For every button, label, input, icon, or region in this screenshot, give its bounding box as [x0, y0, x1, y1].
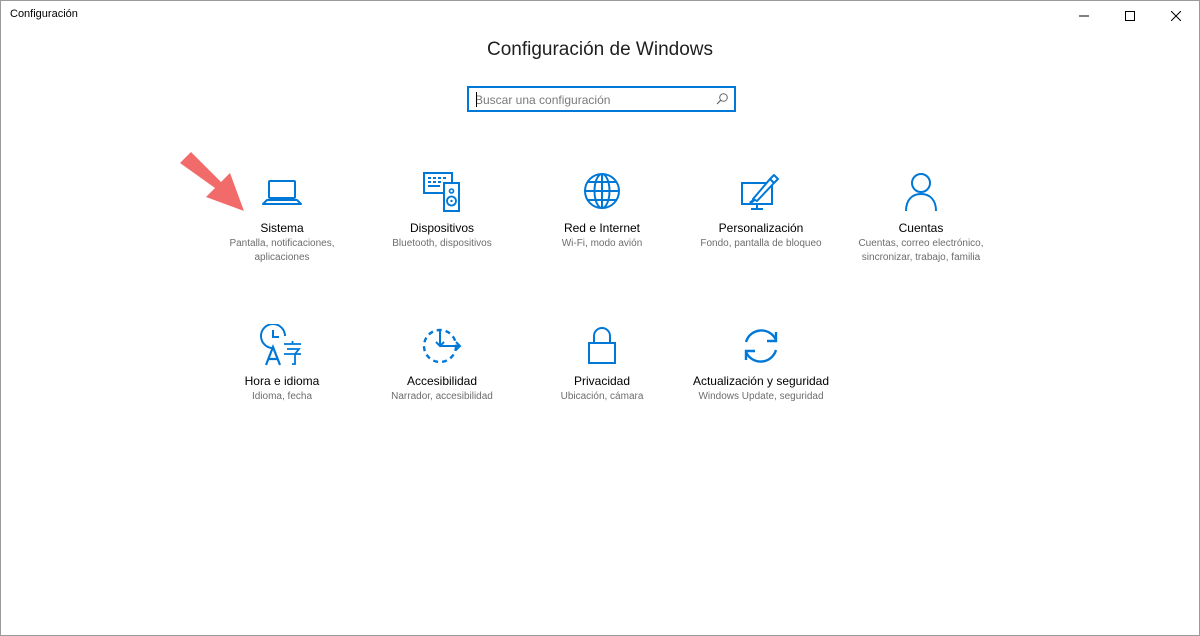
page-title: Configuración de Windows — [486, 39, 713, 60]
tile-description: Cuentas, correo electrónico, sincronizar… — [858, 238, 984, 263]
minimize-icon — [1079, 15, 1089, 17]
tile-description: Idioma, fecha — [251, 391, 313, 402]
close-button[interactable] — [1153, 1, 1199, 31]
tile-label: Personalización — [718, 221, 804, 235]
tile-personalizacion[interactable]: Personalización Fondo, pantalla de bloqu… — [686, 171, 836, 251]
search-icon[interactable] — [715, 92, 729, 106]
tile-description: Windows Update, seguridad — [698, 391, 824, 402]
tile-label: Red e Internet — [563, 221, 641, 235]
tile-accesibilidad[interactable]: Accesibilidad Narrador, accesibilidad — [367, 324, 517, 404]
tile-label: Accesibilidad — [406, 374, 478, 388]
laptop-icon — [262, 180, 302, 205]
tile-label: Dispositivos — [409, 221, 475, 235]
tile-description: Ubicación, cámara — [560, 391, 644, 402]
search-box[interactable] — [467, 86, 736, 112]
devices-icon — [423, 172, 460, 212]
update-icon — [744, 329, 778, 363]
tile-description: Pantalla, notificaciones, aplicaciones — [229, 238, 335, 263]
title-bar: Configuración — [1, 1, 1199, 31]
text-caret — [476, 92, 477, 107]
tile-actualizacion-y-seguridad[interactable]: Actualización y seguridad Windows Update… — [686, 324, 836, 404]
accessibility-icon — [422, 328, 462, 364]
tile-label: Cuentas — [898, 221, 944, 235]
tile-description: Fondo, pantalla de bloqueo — [700, 238, 822, 249]
maximize-button[interactable] — [1107, 1, 1153, 31]
minimize-button[interactable] — [1061, 1, 1107, 31]
maximize-icon — [1125, 11, 1135, 21]
tile-hora-e-idioma[interactable]: Hora e idioma Idioma, fecha — [207, 324, 357, 404]
tile-label: Actualización y seguridad — [692, 374, 830, 388]
settings-window: Configuración Configuración de Windows B… — [0, 0, 1200, 636]
annotation-arrow-icon — [180, 152, 244, 211]
tile-label: Hora e idioma — [244, 374, 320, 388]
lock-icon — [588, 327, 616, 364]
tile-description: Narrador, accesibilidad — [391, 391, 493, 402]
tile-description: Wi-Fi, modo avión — [561, 238, 643, 249]
window-title: Configuración — [10, 8, 78, 20]
tile-cuentas[interactable]: Cuentas Cuentas, correo electrónico, sin… — [846, 171, 996, 265]
tile-label: Sistema — [260, 221, 304, 235]
tile-description: Bluetooth, dispositivos — [392, 238, 492, 249]
time-language-icon — [260, 324, 301, 366]
close-icon — [1171, 11, 1181, 21]
tile-privacidad[interactable]: Privacidad Ubicación, cámara — [527, 324, 677, 404]
tile-red-e-internet[interactable]: Red e Internet Wi-Fi, modo avión — [527, 171, 677, 251]
search-input[interactable] — [475, 91, 705, 108]
personalization-icon — [741, 174, 779, 210]
tile-label: Privacidad — [573, 374, 631, 388]
window-controls — [1061, 1, 1199, 31]
tile-dispositivos[interactable]: Dispositivos Bluetooth, dispositivos — [367, 171, 517, 251]
person-icon — [905, 173, 937, 212]
globe-icon — [584, 173, 620, 209]
